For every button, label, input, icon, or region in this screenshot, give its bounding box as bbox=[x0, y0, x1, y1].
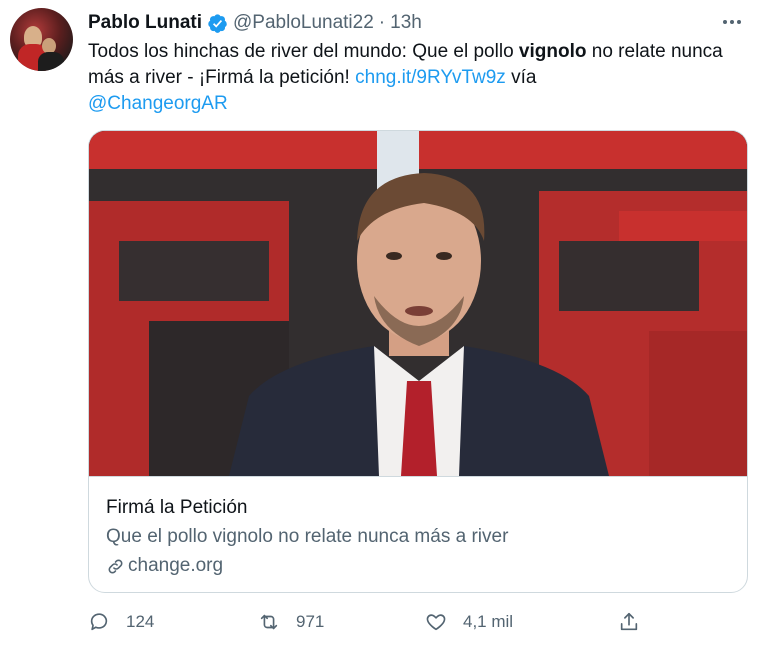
tweet-text-part: vía bbox=[505, 67, 537, 88]
more-icon[interactable] bbox=[718, 8, 746, 36]
link-card[interactable]: Firmá la Petición Que el pollo vignolo n… bbox=[88, 130, 748, 593]
tweet-text: Todos los hinchas de river del mundo: Qu… bbox=[88, 39, 748, 117]
tweet-link[interactable]: chng.it/9RYvTw9z bbox=[355, 67, 506, 88]
action-bar: 124 971 4,1 mil bbox=[88, 606, 748, 638]
tweet-text-part: Todos los hinchas de river del mundo: Qu… bbox=[88, 41, 519, 62]
card-domain: change.org bbox=[106, 555, 223, 577]
avatar[interactable] bbox=[10, 8, 73, 71]
reply-button[interactable]: 124 bbox=[88, 606, 154, 638]
like-icon bbox=[426, 614, 446, 631]
tweet-header: Pablo Lunati @PabloLunati22 · 13h bbox=[88, 11, 422, 35]
card-domain-text: change.org bbox=[128, 555, 224, 576]
retweet-count: 971 bbox=[296, 612, 325, 631]
reply-icon bbox=[90, 613, 108, 631]
like-count: 4,1 mil bbox=[463, 612, 514, 631]
author-handle[interactable]: @PabloLunati22 bbox=[233, 12, 374, 34]
card-image[interactable] bbox=[89, 131, 747, 476]
share-icon bbox=[620, 612, 638, 631]
tweet-text-bold: vignolo bbox=[518, 41, 587, 62]
link-icon bbox=[108, 559, 123, 573]
card-body[interactable]: Firmá la Petición Que el pollo vignolo n… bbox=[89, 476, 747, 592]
card-description: Que el pollo vignolo no relate nunca más… bbox=[106, 526, 509, 547]
header-separator: · bbox=[378, 12, 386, 33]
tweet-mention[interactable]: @ChangeorgAR bbox=[88, 93, 228, 114]
like-button[interactable]: 4,1 mil bbox=[425, 606, 513, 638]
verified-badge-icon bbox=[208, 13, 227, 33]
retweet-icon bbox=[260, 614, 278, 630]
author-name[interactable]: Pablo Lunati bbox=[88, 12, 202, 34]
tweet-time[interactable]: 13h bbox=[390, 12, 422, 34]
retweet-button[interactable]: 971 bbox=[258, 606, 324, 638]
card-photo bbox=[89, 131, 747, 476]
card-title: Firmá la Petición bbox=[106, 497, 248, 518]
share-button[interactable] bbox=[618, 606, 656, 638]
tweet[interactable]: Pablo Lunati @PabloLunati22 · 13h Todos … bbox=[0, 0, 768, 645]
reply-count: 124 bbox=[126, 612, 155, 631]
